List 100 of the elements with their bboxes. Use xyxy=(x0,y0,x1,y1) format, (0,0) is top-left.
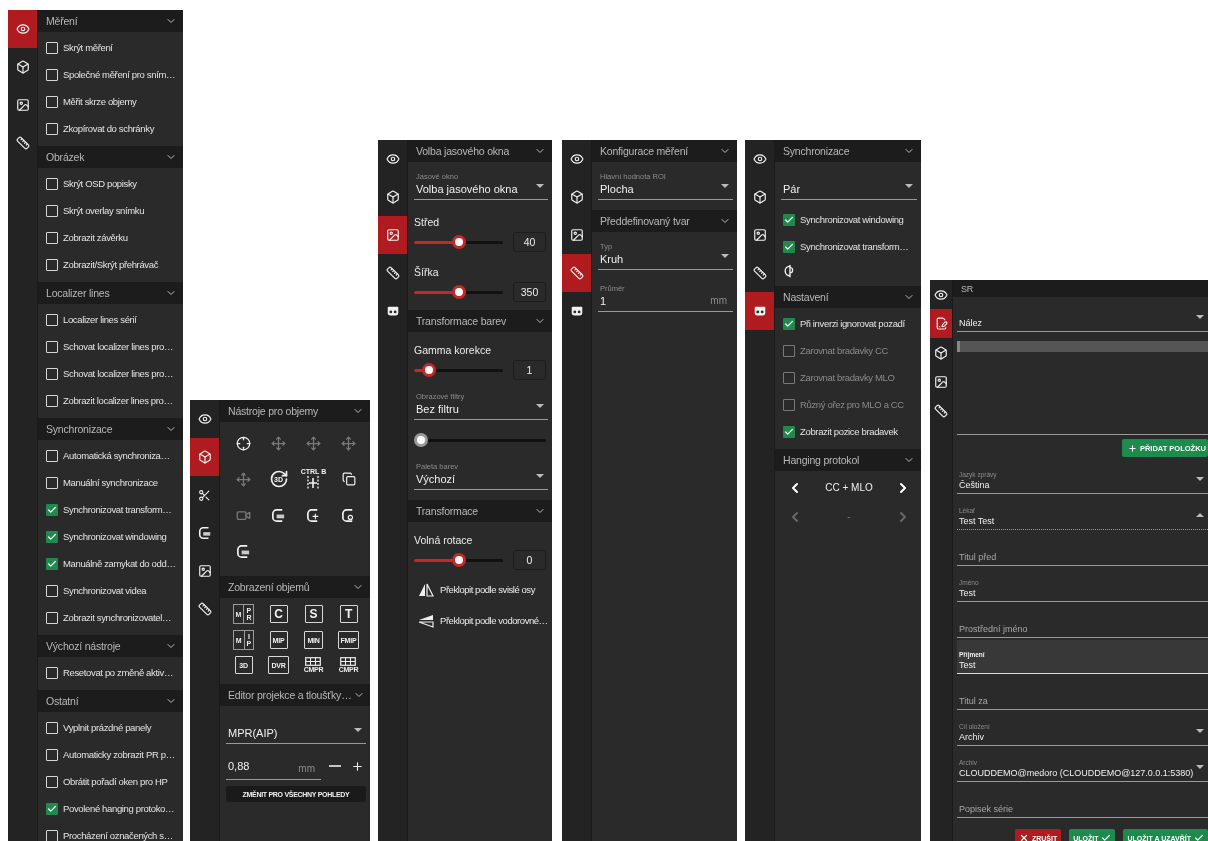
checkbox[interactable] xyxy=(46,367,58,380)
copy-icon xyxy=(341,472,356,486)
checkbox-label: Automaticky zobrazit PR p… xyxy=(63,749,175,760)
slider[interactable] xyxy=(414,362,503,378)
text-field[interactable]: Prostřední jméno xyxy=(959,624,1196,634)
slider[interactable] xyxy=(414,432,546,448)
slider[interactable] xyxy=(414,234,503,250)
dropdown[interactable]: MPR(AIP) xyxy=(226,712,366,744)
input-field[interactable]: Titul za xyxy=(957,676,1208,710)
view-mode-button[interactable]: S xyxy=(304,605,323,623)
flip-button[interactable]: Překlopit podle svislé osy xyxy=(414,574,535,605)
checkbox[interactable] xyxy=(46,394,58,407)
section-title: Hanging protokol xyxy=(783,454,860,466)
section-header[interactable]: Nastavení xyxy=(775,286,921,308)
checkbox[interactable] xyxy=(46,41,58,54)
section-header[interactable]: Konfigurace měření xyxy=(592,140,737,162)
checkbox[interactable] xyxy=(46,611,58,624)
grid-icon xyxy=(340,657,357,666)
checkbox[interactable] xyxy=(783,213,795,226)
bracket-icon xyxy=(341,507,356,523)
section-header[interactable]: Volba jasového okna xyxy=(408,140,552,162)
checkbox[interactable] xyxy=(46,584,58,597)
checkbox[interactable] xyxy=(46,68,58,81)
thickness-field[interactable]: 0,88 xyxy=(228,759,291,772)
checkbox[interactable] xyxy=(46,748,58,761)
checkbox[interactable] xyxy=(46,802,58,815)
view-mode-button[interactable]: T xyxy=(339,605,358,623)
section-title: Nástroje pro objemy xyxy=(228,405,319,417)
section-header[interactable]: Zobrazení objemů xyxy=(220,576,370,598)
slider-label: Střed xyxy=(414,216,441,228)
section-header[interactable]: Nástroje pro objemy xyxy=(220,400,370,422)
section-header[interactable]: Měření xyxy=(38,10,183,32)
slider[interactable] xyxy=(414,552,503,568)
value-field[interactable]: 1 xyxy=(513,360,546,380)
slider-thumb[interactable] xyxy=(451,553,466,567)
checkbox[interactable] xyxy=(46,530,58,543)
checkbox[interactable] xyxy=(46,231,58,244)
slider-thumb[interactable] xyxy=(421,363,436,377)
checkbox[interactable] xyxy=(46,122,58,135)
checkbox[interactable] xyxy=(46,177,58,190)
section-header[interactable]: Localizer lines xyxy=(38,282,183,304)
section-header[interactable]: Transformace barev xyxy=(408,310,552,332)
section-header[interactable]: Výchozí nástroje xyxy=(38,635,183,657)
section-header[interactable]: Transformace xyxy=(408,500,552,522)
checkbox[interactable] xyxy=(783,240,795,253)
mask-icon xyxy=(569,304,584,318)
cube-icon xyxy=(752,190,767,204)
checkbox-label: Skrýt měření xyxy=(63,42,113,53)
checkbox-label: Zarovnat bradavky MLO xyxy=(800,372,895,383)
checkbox[interactable] xyxy=(46,666,58,679)
input-field[interactable]: Titul před xyxy=(957,532,1208,566)
checkbox[interactable] xyxy=(783,425,795,438)
slider-label: Volná rotace xyxy=(414,534,474,546)
value-field[interactable]: 350 xyxy=(513,282,546,302)
checkbox[interactable] xyxy=(46,204,58,217)
checkbox[interactable] xyxy=(46,557,58,570)
checkbox[interactable] xyxy=(46,340,58,353)
flip-button[interactable]: Překlopit podle vodorovné… xyxy=(414,605,548,636)
section-header[interactable]: Editor projekce a tloušťky… xyxy=(220,684,370,706)
dropdown[interactable]: Nález xyxy=(957,298,1208,332)
checkbox[interactable] xyxy=(46,503,58,516)
section-header[interactable]: Hanging protokol xyxy=(775,449,921,471)
checkbox-label: Společné měření pro sním… xyxy=(63,69,176,80)
text-field[interactable]: Popisek série xyxy=(959,804,1196,814)
text-field[interactable]: Test xyxy=(959,588,1196,598)
caret-icon xyxy=(1196,476,1204,481)
image-icon xyxy=(752,228,767,242)
section-header[interactable]: Synchronizace xyxy=(775,140,921,162)
text-field[interactable]: Titul před xyxy=(959,552,1196,562)
bracket-icon xyxy=(236,543,251,559)
checkbox[interactable] xyxy=(46,721,58,734)
dropdown[interactable]: Pár xyxy=(781,168,917,200)
sidebar-tab[interactable] xyxy=(745,292,774,330)
slider-thumb[interactable] xyxy=(414,433,428,447)
text-field[interactable]: Test xyxy=(959,660,1196,670)
bracket-icon xyxy=(306,507,321,523)
section-header[interactable]: SR xyxy=(953,280,1208,297)
checkbox[interactable] xyxy=(46,476,58,489)
input-field[interactable]: Popisek série xyxy=(957,784,1208,818)
value-field[interactable]: 40 xyxy=(513,232,546,252)
slider-thumb[interactable] xyxy=(451,235,466,249)
slider[interactable] xyxy=(414,284,503,300)
checkbox[interactable] xyxy=(46,258,58,271)
text-field[interactable]: Titul za xyxy=(959,696,1196,706)
bracket-icon xyxy=(197,526,212,540)
value-field[interactable]: 0 xyxy=(513,550,546,570)
checkbox[interactable] xyxy=(46,449,58,462)
input-field[interactable]: Prostřední jméno xyxy=(957,604,1208,638)
slider-thumb[interactable] xyxy=(451,285,466,299)
section-header[interactable]: Ostatní xyxy=(38,690,183,712)
eye-icon xyxy=(934,287,948,302)
checkbox[interactable] xyxy=(783,317,795,330)
view-mode-button[interactable]: C xyxy=(269,605,288,623)
section-header[interactable]: Obrázek xyxy=(38,146,183,168)
checkbox[interactable] xyxy=(46,313,58,326)
checkbox[interactable] xyxy=(46,829,58,841)
checkbox[interactable] xyxy=(46,775,58,788)
section-header[interactable]: Předdefinovaný tvar xyxy=(592,210,737,232)
checkbox[interactable] xyxy=(46,95,58,108)
section-header[interactable]: Synchronizace xyxy=(38,418,183,440)
